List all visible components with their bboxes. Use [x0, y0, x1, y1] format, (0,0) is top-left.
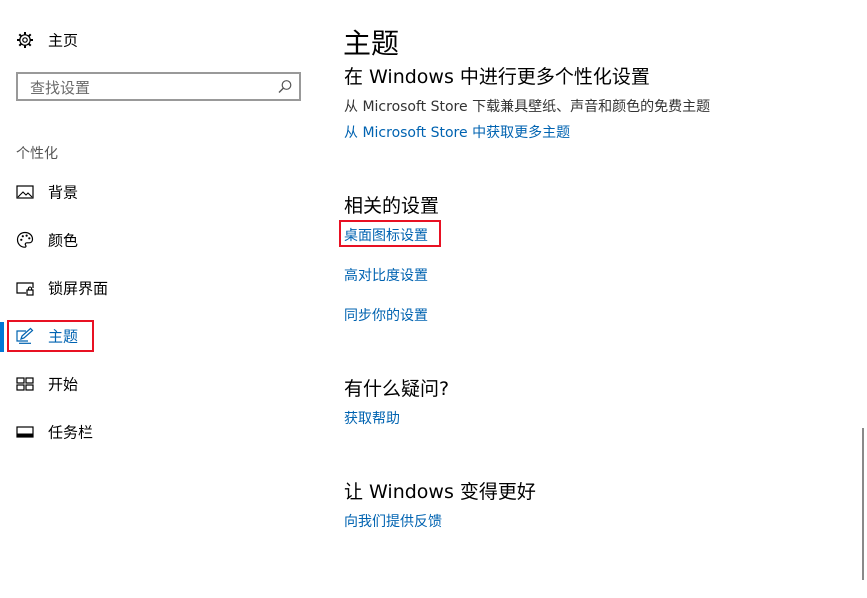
more-personalization-heading: 在 Windows 中进行更多个性化设置 — [344, 66, 650, 88]
sync-settings-link[interactable]: 同步你的设置 — [344, 305, 428, 325]
sidebar-item-home[interactable]: 主页 — [0, 20, 320, 60]
lockscreen-icon — [16, 279, 34, 297]
section-title-personalization: 个性化 — [16, 146, 58, 162]
highlight-box-desktop-icons — [339, 220, 441, 247]
palette-icon — [16, 231, 34, 249]
sidebar-item-taskbar[interactable]: 任务栏 — [0, 412, 320, 452]
page-title: 主题 — [343, 27, 400, 60]
search-input[interactable] — [28, 74, 272, 101]
feedback-heading: 让 Windows 变得更好 — [344, 481, 536, 503]
questions-heading: 有什么疑问? — [344, 378, 450, 400]
high-contrast-settings-link[interactable]: 高对比度设置 — [344, 265, 428, 285]
sidebar-item-background[interactable]: 背景 — [0, 172, 320, 212]
sidebar-item-label: 开始 — [48, 375, 79, 394]
start-grid-icon — [16, 375, 34, 393]
scrollbar[interactable] — [862, 428, 864, 580]
sidebar-item-home-label: 主页 — [48, 31, 79, 50]
sidebar-item-start[interactable]: 开始 — [0, 364, 320, 404]
search-icon[interactable] — [276, 78, 294, 96]
sidebar-item-colors[interactable]: 颜色 — [0, 220, 320, 260]
highlight-box-themes — [7, 320, 94, 352]
gear-icon — [16, 31, 34, 49]
sidebar-item-label: 锁屏界面 — [48, 279, 109, 298]
search-box[interactable] — [16, 72, 301, 101]
sidebar-item-label: 背景 — [48, 183, 79, 202]
taskbar-icon — [16, 423, 34, 441]
get-help-link[interactable]: 获取帮助 — [344, 408, 400, 428]
get-more-themes-link[interactable]: 从 Microsoft Store 中获取更多主题 — [344, 122, 570, 142]
sidebar-item-label: 颜色 — [48, 231, 79, 250]
give-feedback-link[interactable]: 向我们提供反馈 — [344, 511, 442, 531]
sidebar-item-lockscreen[interactable]: 锁屏界面 — [0, 268, 320, 308]
image-icon — [16, 183, 34, 201]
sidebar-item-label: 任务栏 — [48, 423, 94, 442]
related-settings-heading: 相关的设置 — [344, 195, 440, 217]
more-personalization-description: 从 Microsoft Store 下载兼具壁纸、声音和颜色的免费主题 — [344, 99, 711, 115]
